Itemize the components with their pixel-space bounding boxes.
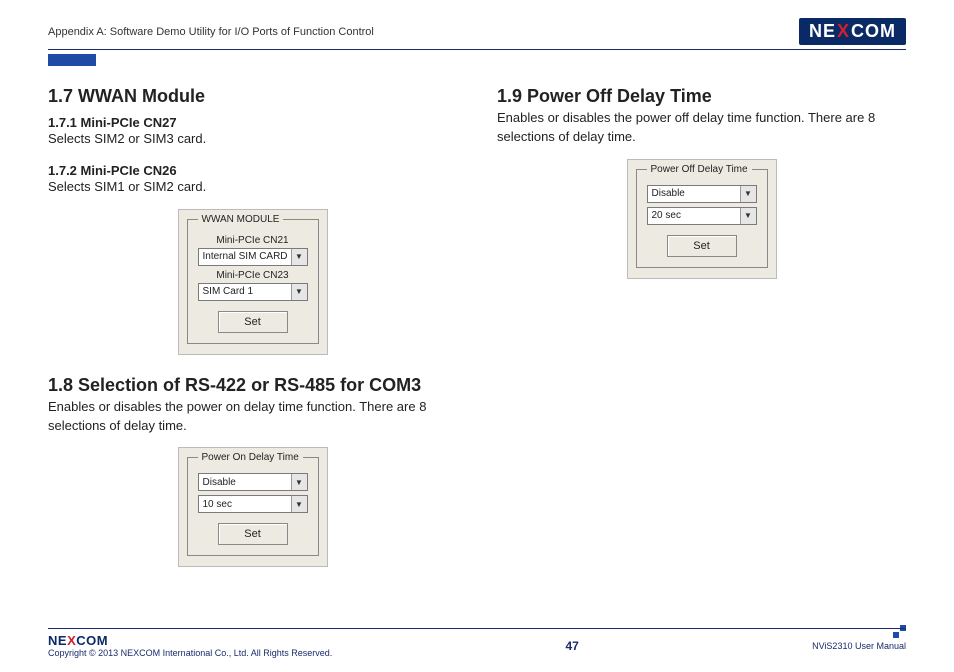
body-1-7-1: Selects SIM2 or SIM3 card. — [48, 130, 457, 149]
power-on-set-button[interactable]: Set — [218, 523, 288, 545]
heading-1-9: 1.9 Power Off Delay Time — [497, 86, 906, 107]
chevron-down-icon: ▼ — [291, 249, 307, 265]
power-on-time-dropdown[interactable]: 10 sec ▼ — [198, 495, 308, 513]
power-on-legend: Power On Delay Time — [198, 452, 303, 463]
right-column: 1.9 Power Off Delay Time Enables or disa… — [497, 86, 906, 587]
heading-1-7: 1.7 WWAN Module — [48, 86, 457, 107]
heading-1-7-1: 1.7.1 Mini-PCIe CN27 — [48, 115, 457, 130]
wwan-legend: WWAN MODULE — [198, 214, 284, 225]
nexcom-logo: NEXCOM — [799, 18, 906, 45]
chevron-down-icon: ▼ — [291, 496, 307, 512]
wwan-set-button[interactable]: Set — [218, 311, 288, 333]
chevron-down-icon: ▼ — [291, 284, 307, 300]
left-column: 1.7 WWAN Module 1.7.1 Mini-PCIe CN27 Sel… — [48, 86, 457, 587]
appendix-title: Appendix A: Software Demo Utility for I/… — [48, 26, 374, 38]
power-off-enable-dropdown[interactable]: Disable ▼ — [647, 185, 757, 203]
power-on-enable-dropdown[interactable]: Disable ▼ — [198, 473, 308, 491]
power-on-delay-panel: Power On Delay Time Disable ▼ 10 sec ▼ S… — [178, 447, 328, 567]
wwan-cn21-dropdown[interactable]: Internal SIM CARD ▼ — [198, 248, 308, 266]
section-tab-decoration — [48, 54, 96, 66]
body-1-9: Enables or disables the power off delay … — [497, 109, 906, 147]
page-footer: NEXCOM Copyright © 2013 NEXCOM Internati… — [48, 628, 906, 658]
nexcom-logo-small: NEXCOM — [48, 633, 108, 648]
wwan-label-cn21: Mini-PCIe CN21 — [198, 235, 308, 246]
chevron-down-icon: ▼ — [291, 474, 307, 490]
power-off-legend: Power Off Delay Time — [647, 164, 752, 175]
copyright-text: Copyright © 2013 NEXCOM International Co… — [48, 648, 332, 658]
body-1-7-2: Selects SIM1 or SIM2 card. — [48, 178, 457, 197]
wwan-label-cn23: Mini-PCIe CN23 — [198, 270, 308, 281]
manual-name: NViS2310 User Manual — [812, 641, 906, 651]
body-1-8: Enables or disables the power on delay t… — [48, 398, 457, 436]
power-off-time-dropdown[interactable]: 20 sec ▼ — [647, 207, 757, 225]
wwan-module-panel: WWAN MODULE Mini-PCIe CN21 Internal SIM … — [178, 209, 328, 355]
top-header: Appendix A: Software Demo Utility for I/… — [48, 18, 906, 50]
power-off-set-button[interactable]: Set — [667, 235, 737, 257]
power-off-delay-panel: Power Off Delay Time Disable ▼ 20 sec ▼ … — [627, 159, 777, 279]
page-number: 47 — [566, 639, 579, 653]
chevron-down-icon: ▼ — [740, 208, 756, 224]
heading-1-7-2: 1.7.2 Mini-PCIe CN26 — [48, 163, 457, 178]
chevron-down-icon: ▼ — [740, 186, 756, 202]
heading-1-8: 1.8 Selection of RS-422 or RS-485 for CO… — [48, 375, 457, 396]
wwan-cn23-dropdown[interactable]: SIM Card 1 ▼ — [198, 283, 308, 301]
